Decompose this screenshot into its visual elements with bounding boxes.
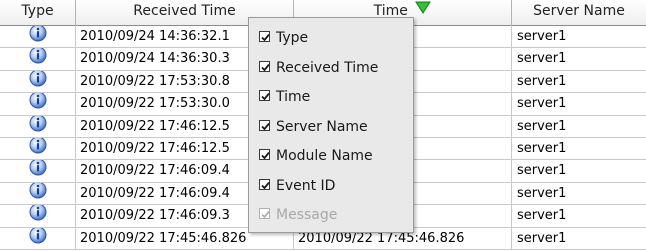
type-cell bbox=[0, 115, 76, 138]
server-name-cell: server1 bbox=[517, 185, 567, 201]
menu-item-module-name[interactable]: Module Name bbox=[249, 143, 415, 169]
server-name-cell: server1 bbox=[517, 29, 567, 44]
menu-item-received-time[interactable]: Received Time bbox=[249, 55, 415, 81]
menu-item-type[interactable]: Type bbox=[249, 25, 415, 51]
type-cell bbox=[0, 227, 76, 250]
server-name-cell: server1 bbox=[517, 51, 567, 67]
type-cell bbox=[0, 137, 76, 161]
column-header-server-name[interactable]: Server Name bbox=[512, 0, 646, 26]
checkbox-icon bbox=[259, 208, 270, 219]
server-name-cell: server1 bbox=[517, 118, 567, 134]
checkbox-icon[interactable] bbox=[259, 178, 270, 190]
server-name-cell: server1 bbox=[517, 96, 567, 112]
menu-item-label: Event ID bbox=[276, 177, 336, 194]
info-icon bbox=[29, 205, 47, 227]
type-cell bbox=[0, 160, 76, 183]
server-name-cell: server1 bbox=[517, 163, 567, 179]
info-icon bbox=[29, 26, 47, 48]
type-cell bbox=[0, 205, 76, 228]
menu-item-message: Message bbox=[249, 202, 415, 228]
menu-item-server-name[interactable]: Server Name bbox=[249, 114, 415, 140]
menu-item-label: Message bbox=[276, 207, 338, 223]
type-cell bbox=[0, 182, 76, 206]
menu-item-label: Received Time bbox=[276, 59, 379, 76]
info-icon bbox=[29, 70, 47, 93]
checkbox-icon[interactable] bbox=[259, 149, 270, 160]
type-cell bbox=[0, 26, 76, 49]
menu-item-label: Type bbox=[276, 30, 309, 46]
column-header-type[interactable]: Type bbox=[0, 0, 76, 26]
info-icon bbox=[29, 160, 47, 182]
checkbox-icon[interactable] bbox=[259, 119, 270, 131]
info-icon bbox=[29, 137, 47, 160]
type-cell bbox=[0, 70, 76, 94]
type-cell bbox=[0, 93, 76, 116]
checkbox-icon[interactable] bbox=[259, 90, 270, 101]
server-name-cell: server1 bbox=[517, 208, 567, 224]
menu-item-event-id[interactable]: Event ID bbox=[249, 173, 415, 199]
menu-item-label: Server Name bbox=[276, 118, 368, 135]
info-icon bbox=[29, 48, 47, 70]
type-cell bbox=[0, 48, 76, 71]
info-icon bbox=[29, 227, 47, 250]
menu-item-time[interactable]: Time bbox=[249, 84, 415, 110]
info-icon bbox=[29, 182, 47, 205]
checkbox-icon[interactable] bbox=[259, 60, 270, 72]
server-name-cell: server1 bbox=[517, 73, 567, 89]
menu-item-label: Module Name bbox=[276, 148, 373, 164]
sort-descending-icon bbox=[415, 0, 432, 21]
checkbox-icon[interactable] bbox=[259, 31, 270, 42]
info-icon bbox=[29, 93, 47, 115]
info-icon bbox=[29, 115, 47, 138]
server-name-cell: server1 bbox=[517, 230, 567, 246]
server-name-cell: server1 bbox=[517, 140, 567, 156]
menu-item-label: Time bbox=[276, 89, 311, 105]
column-visibility-menu: Type Received Time Time Server Name Module N… bbox=[248, 17, 414, 233]
